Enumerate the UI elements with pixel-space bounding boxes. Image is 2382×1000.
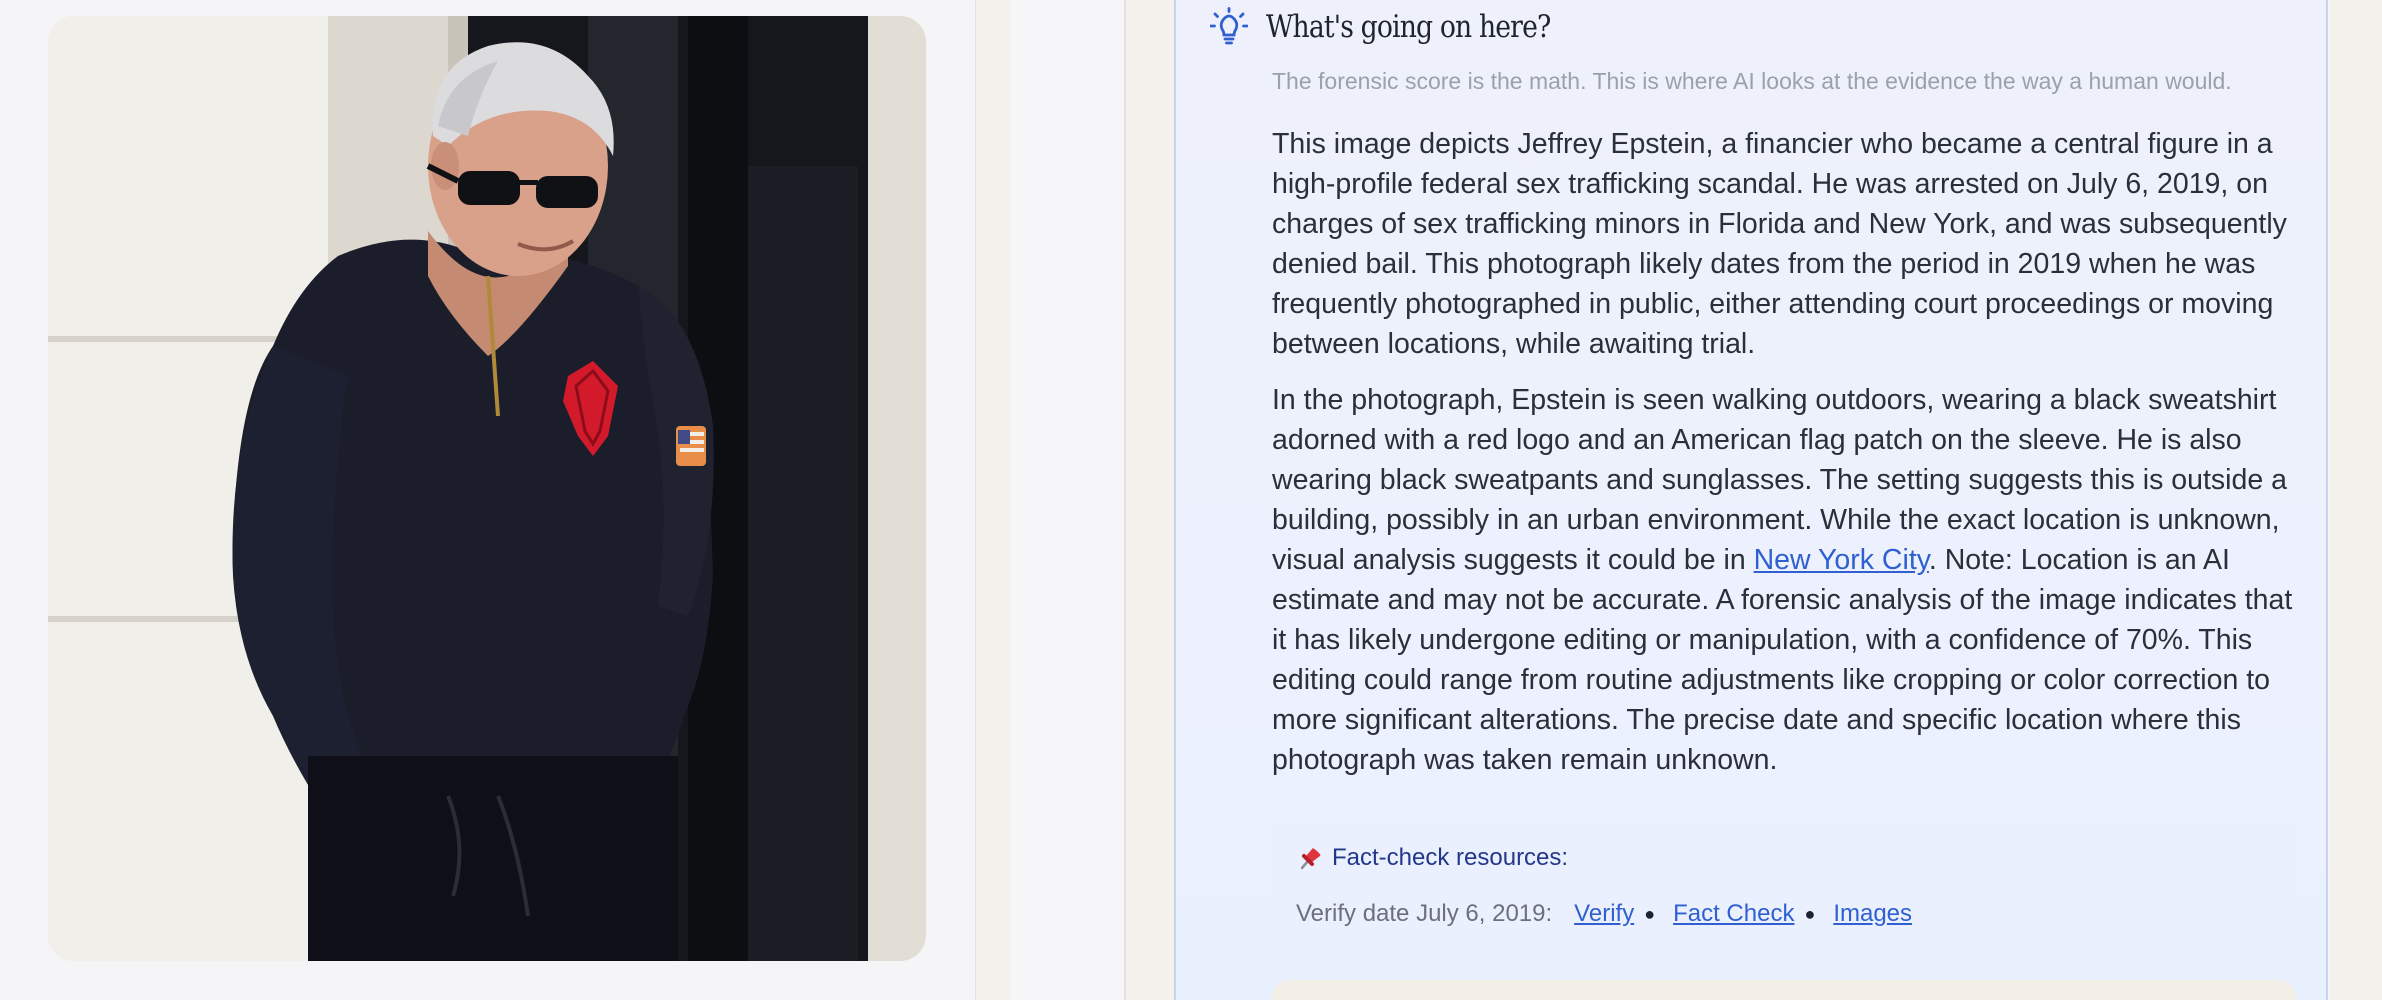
analysis-panel: What's going on here? The forensic score… — [1174, 0, 2328, 1000]
divider-strip — [975, 0, 1012, 1000]
photo-column — [0, 0, 975, 1000]
factcheck-box: Fact-check resources: Verify date July 6… — [1272, 820, 2296, 962]
separator-dot: ● — [1804, 903, 1816, 924]
analysis-header: What's going on here? — [1210, 6, 1597, 48]
fact-check-link[interactable]: Fact Check — [1673, 900, 1794, 928]
images-link[interactable]: Images — [1833, 900, 1912, 928]
lightbulb-icon — [1210, 7, 1248, 45]
factcheck-title-row: Fact-check resources: — [1296, 844, 1568, 872]
analysis-body: This image depicts Jeffrey Epstein, a fi… — [1272, 124, 2302, 796]
analysis-paragraph-1: This image depicts Jeffrey Epstein, a fi… — [1272, 128, 2287, 360]
analysis-heading: What's going on here? — [1266, 9, 1551, 45]
page: What's going on here? The forensic score… — [0, 0, 2382, 1000]
factcheck-label: Verify date July 6, 2019: — [1296, 900, 1553, 927]
panel-margin — [1124, 0, 1176, 1000]
location-link[interactable]: New York City — [1754, 544, 1929, 576]
verify-link[interactable]: Verify — [1574, 900, 1634, 928]
gutter — [1010, 0, 1124, 1000]
analysis-paragraph-2: In the photograph, Epstein is seen walki… — [1272, 380, 2302, 780]
subject-photo — [48, 16, 926, 961]
analysis-subtitle: The forensic score is the math. This is … — [1272, 68, 2232, 94]
factcheck-title: Fact-check resources: — [1332, 844, 1569, 871]
factcheck-links-row: Verify date July 6, 2019: Verify ● Fact … — [1296, 900, 1912, 928]
separator-dot: ● — [1644, 903, 1656, 924]
paragraph-2-text-after: . Note: Location is an AI estimate and m… — [1272, 544, 2293, 776]
photo-illustration — [48, 16, 926, 961]
next-section-card — [1272, 980, 2296, 1000]
panel-margin-right — [2330, 0, 2382, 1000]
pushpin-icon — [1300, 848, 1321, 870]
